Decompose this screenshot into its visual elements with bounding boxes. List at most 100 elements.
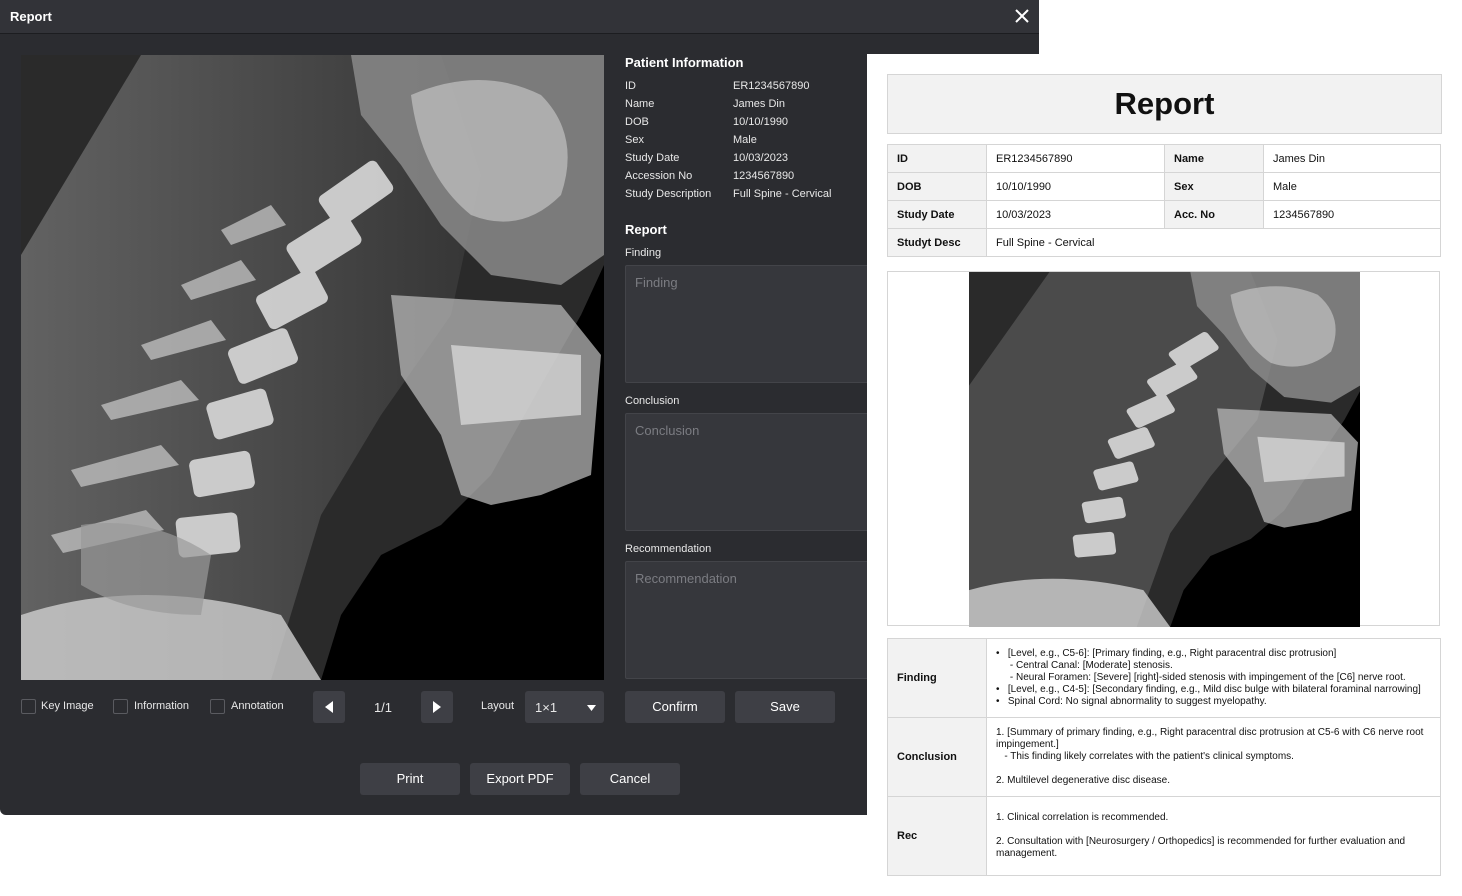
info-value-dob: 10/10/1990 (733, 116, 789, 128)
conclusion-line: 1. [Summary of primary finding, e.g., Ri… (996, 727, 1424, 738)
next-page-button[interactable] (421, 691, 453, 723)
previous-page-button[interactable] (313, 691, 345, 723)
info-value-accession: 1234567890 (733, 170, 795, 182)
xray-thumbnail (969, 272, 1360, 627)
information-checkbox[interactable] (113, 699, 128, 714)
key-image-label: Key Image (41, 700, 94, 712)
arrow-left-icon (325, 701, 333, 713)
conclusion-line: impingement.] (996, 739, 1059, 750)
table-row: Study Date 10/03/2023 Acc. No 1234567890 (887, 200, 1441, 229)
rec-line: management. (996, 848, 1058, 859)
conclusion-placeholder: Conclusion (635, 423, 700, 438)
recommendation-label: Recommendation (625, 543, 712, 555)
print-button[interactable]: Print (360, 763, 460, 795)
rec-line: 2. Consultation with [Neurosurgery / Ort… (996, 836, 1406, 847)
xray-viewer[interactable] (21, 55, 604, 680)
finding-label: Finding (625, 247, 662, 259)
dob-value: 10/10/1990 (986, 172, 1165, 201)
close-button[interactable] (1012, 6, 1032, 26)
annotation-checkbox[interactable] (210, 699, 225, 714)
arrow-right-icon (433, 701, 441, 713)
acc-label: Acc. No (1164, 200, 1264, 229)
report-info-table: ID ER1234567890 Name James Din DOB 10/10… (887, 144, 1441, 257)
conclusion-label: Conclusion (625, 395, 680, 407)
dialog-titlebar: Report (0, 0, 1039, 34)
close-icon (1015, 9, 1029, 23)
rec-line: 1. Clinical correlation is recommended. (996, 812, 1169, 823)
acc-value: 1234567890 (1263, 200, 1441, 229)
finding-line: - Central Canal: [Moderate] stenosis. (996, 660, 1173, 671)
dob-label: DOB (887, 172, 987, 201)
table-row: Rec 1. Clinical correlation is recommend… (887, 796, 1441, 876)
recommendation-placeholder: Recommendation (635, 571, 737, 586)
id-value: ER1234567890 (986, 144, 1165, 173)
export-pdf-button[interactable]: Export PDF (470, 763, 570, 795)
info-value-study-date: 10/03/2023 (733, 152, 789, 164)
table-row: Conclusion 1. [Summary of primary findin… (887, 717, 1441, 797)
info-value-sex: Male (733, 134, 757, 146)
patient-info-heading: Patient Information (625, 55, 744, 70)
name-value: James Din (1263, 144, 1441, 173)
layout-value: 1×1 (535, 700, 558, 715)
key-image-checkbox[interactable] (21, 699, 36, 714)
chevron-down-icon (587, 705, 596, 711)
xray-image (21, 55, 604, 680)
info-key-dob: DOB (625, 116, 649, 128)
table-row: Studyt Desc Full Spine - Cervical (887, 228, 1441, 257)
name-label: Name (1164, 144, 1264, 173)
study-desc-label: Studyt Desc (887, 228, 987, 257)
info-key-accession: Accession No (625, 170, 693, 182)
finding-placeholder: Finding (635, 275, 678, 290)
information-label: Information (134, 700, 190, 712)
recommendation-textarea[interactable]: Recommendation (625, 561, 885, 679)
layout-select[interactable]: 1×1 (525, 691, 604, 723)
conclusion-line: - This finding likely correlates with th… (996, 751, 1294, 762)
rec-row-label: Rec (887, 796, 987, 876)
save-button[interactable]: Save (735, 691, 835, 723)
table-row: ID ER1234567890 Name James Din (887, 144, 1441, 173)
report-xray-image (969, 272, 1360, 627)
info-value-name: James Din (733, 98, 785, 110)
finding-line: • [Level, e.g., C4-5]: [Secondary findin… (996, 684, 1421, 695)
info-key-study-date: Study Date (625, 152, 680, 164)
report-preview: Report ID ER1234567890 Name James Din DO… (867, 54, 1462, 896)
id-label: ID (887, 144, 987, 173)
conclusion-row-text: 1. [Summary of primary finding, e.g., Ri… (986, 717, 1441, 797)
study-date-label: Study Date (887, 200, 987, 229)
study-date-value: 10/03/2023 (986, 200, 1165, 229)
page-indicator: 1/1 (373, 700, 393, 715)
table-row: DOB 10/10/1990 Sex Male (887, 172, 1441, 201)
confirm-button[interactable]: Confirm (625, 691, 725, 723)
rec-row-text: 1. Clinical correlation is recommended. … (986, 796, 1441, 876)
conclusion-line: 2. Multilevel degenerative disc disease. (996, 775, 1170, 786)
layout-label: Layout (481, 700, 515, 712)
report-preview-header: Report (887, 74, 1442, 134)
study-desc-value: Full Spine - Cervical (986, 228, 1441, 257)
finding-line: - Neural Foramen: [Severe] [right]-sided… (996, 672, 1406, 683)
finding-line: • Spinal Cord: No signal abnormality to … (996, 696, 1267, 707)
finding-line: • [Level, e.g., C5-6]: [Primary finding,… (996, 648, 1337, 659)
finding-row-label: Finding (887, 638, 987, 718)
annotation-label: Annotation (231, 700, 284, 712)
report-preview-title: Report (1114, 86, 1215, 121)
report-heading: Report (625, 222, 667, 237)
report-image-box (887, 271, 1440, 627)
report-notes-table: Finding • [Level, e.g., C5-6]: [Primary … (887, 638, 1441, 876)
table-row: Finding • [Level, e.g., C5-6]: [Primary … (887, 638, 1441, 718)
conclusion-spacer (996, 763, 1431, 775)
conclusion-row-label: Conclusion (887, 717, 987, 797)
rec-spacer (996, 824, 1431, 836)
dialog-title: Report (10, 9, 52, 24)
conclusion-textarea[interactable]: Conclusion (625, 413, 885, 531)
info-key-id: ID (625, 80, 636, 92)
info-key-sex: Sex (625, 134, 644, 146)
info-value-study-desc: Full Spine - Cervical (733, 188, 832, 200)
info-key-name: Name (625, 98, 655, 110)
sex-label: Sex (1164, 172, 1264, 201)
finding-textarea[interactable]: Finding (625, 265, 885, 383)
sex-value: Male (1263, 172, 1441, 201)
finding-row-text: • [Level, e.g., C5-6]: [Primary finding,… (986, 638, 1441, 718)
info-value-id: ER1234567890 (733, 80, 810, 92)
cancel-button[interactable]: Cancel (580, 763, 680, 795)
info-key-study-desc: Study Description (625, 188, 712, 200)
